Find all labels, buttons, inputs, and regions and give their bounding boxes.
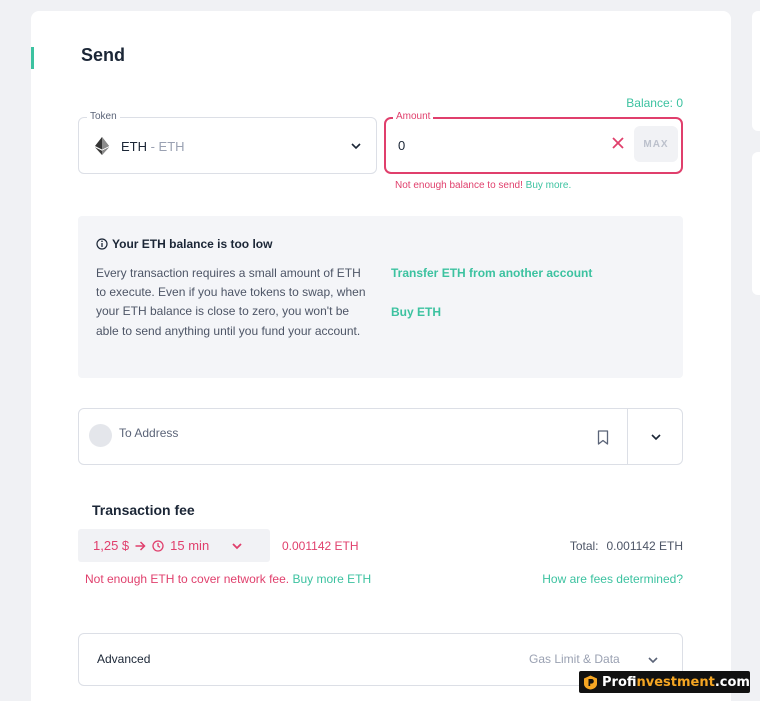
fee-speed-selector[interactable]: 1,25 $ 15 min — [78, 529, 270, 562]
clock-icon — [152, 539, 164, 552]
watermark: Profinvestment.com — [579, 671, 750, 693]
fee-error-text: Not enough ETH to cover network fee. — [85, 572, 293, 586]
amount-error: Not enough balance to send! Buy more. — [395, 180, 571, 191]
low-balance-warning: Your ETH balance is too low Every transa… — [78, 216, 683, 378]
amount-input[interactable]: Amount 0 MAX — [384, 111, 683, 174]
token-name: ETH - ETH — [121, 139, 185, 154]
buy-more-eth-link[interactable]: Buy more ETH — [292, 572, 371, 586]
fee-title: Transaction fee — [92, 502, 195, 518]
chevron-down-icon[interactable] — [647, 654, 659, 666]
side-panel-middle — [752, 152, 760, 295]
ethereum-icon — [95, 137, 109, 155]
advanced-subtitle: Gas Limit & Data — [529, 652, 620, 666]
page-title: Send — [81, 45, 126, 65]
close-icon[interactable] — [611, 136, 625, 150]
title-accent-bar — [31, 47, 34, 69]
fee-eth-amount: 0.001142 ETH — [282, 539, 359, 553]
arrow-right-icon — [135, 540, 146, 551]
address-placeholder: To Address — [119, 426, 179, 440]
token-select[interactable]: Token ETH - ETH — [78, 111, 377, 174]
watermark-text: Profinvestment.com — [602, 675, 750, 690]
warning-title-text: Your ETH balance is too low — [112, 237, 273, 251]
amount-error-text: Not enough balance to send! — [395, 180, 526, 191]
watermark-suffix: .com — [714, 674, 750, 690]
max-button[interactable]: MAX — [634, 126, 678, 162]
transfer-eth-link[interactable]: Transfer ETH from another account — [391, 266, 592, 280]
token-label: Token — [87, 111, 120, 123]
buy-more-link[interactable]: Buy more. — [526, 180, 572, 191]
bookmark-icon[interactable] — [597, 430, 609, 445]
amount-label: Amount — [393, 111, 434, 123]
fee-time: 15 min — [170, 538, 210, 553]
watermark-prefix: Prof — [602, 674, 637, 690]
token-subtitle: - ETH — [147, 139, 185, 154]
watermark-highlight: investment — [636, 674, 715, 690]
chevron-down-icon[interactable] — [650, 431, 662, 443]
watermark-logo-icon — [584, 675, 597, 689]
fee-price: 1,25 $ — [93, 538, 130, 553]
fee-total-value: 0.001142 ETH — [606, 539, 684, 553]
chevron-down-icon[interactable] — [350, 140, 362, 152]
advanced-label: Advanced — [97, 652, 151, 666]
fee-total: Total: 0.001142 ETH — [570, 539, 683, 553]
info-icon — [96, 238, 108, 250]
buy-eth-link[interactable]: Buy ETH — [391, 305, 441, 319]
to-address-input[interactable]: To Address — [78, 408, 683, 465]
chevron-down-icon[interactable] — [231, 540, 243, 552]
warning-title: Your ETH balance is too low — [96, 237, 272, 251]
address-avatar — [89, 424, 112, 447]
fee-error: Not enough ETH to cover network fee. Buy… — [85, 572, 371, 586]
side-panel-top — [752, 11, 760, 131]
balance-label: Balance: 0 — [626, 96, 683, 110]
warning-body: Every transaction requires a small amoun… — [96, 266, 366, 338]
fee-total-label: Total: — [569, 539, 599, 553]
address-divider — [627, 409, 628, 464]
token-symbol: ETH — [121, 139, 147, 154]
fees-help-link[interactable]: How are fees determined? — [542, 572, 683, 586]
amount-value[interactable]: 0 — [398, 138, 405, 153]
